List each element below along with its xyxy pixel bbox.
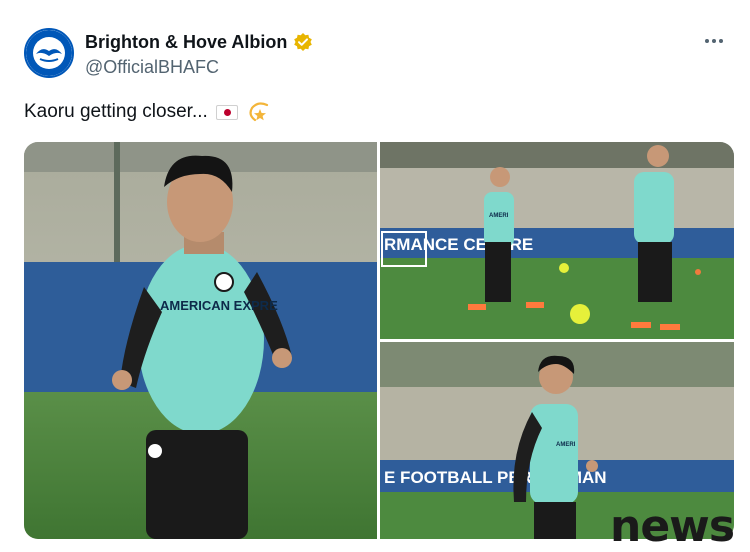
display-name[interactable]: Brighton & Hove Albion xyxy=(85,32,287,53)
news-watermark: news xyxy=(610,501,735,552)
photo2-sponsor-text: AMERI xyxy=(489,213,509,219)
photo-training-ball[interactable]: RMANCE CENTRE AMERI xyxy=(380,142,734,339)
photo-player-running[interactable]: AMERICAN EXPRE xyxy=(24,142,377,539)
verified-badge-icon xyxy=(294,33,313,51)
media-grid: AMERICAN EXPRE RMANCE CENTRE AMERI E FOO… xyxy=(24,142,734,539)
club-crest-icon xyxy=(26,30,72,76)
tweet-text-row: Kaoru getting closer... xyxy=(24,100,272,124)
tweet-text: Kaoru getting closer... xyxy=(24,101,208,122)
photo1-sponsor-text: AMERICAN EXPRE xyxy=(160,298,278,313)
tweet-header: Brighton & Hove Albion @OfficialBHAFC xyxy=(24,26,726,82)
more-options-icon[interactable] xyxy=(702,34,726,48)
account-handle[interactable]: @OfficialBHAFC xyxy=(85,57,219,78)
account-avatar[interactable] xyxy=(24,28,74,78)
photo3-sponsor-text: AMERI xyxy=(556,442,576,448)
name-row: Brighton & Hove Albion xyxy=(85,30,313,54)
japan-flag-icon xyxy=(215,104,238,120)
dizzy-star-icon xyxy=(249,102,268,122)
